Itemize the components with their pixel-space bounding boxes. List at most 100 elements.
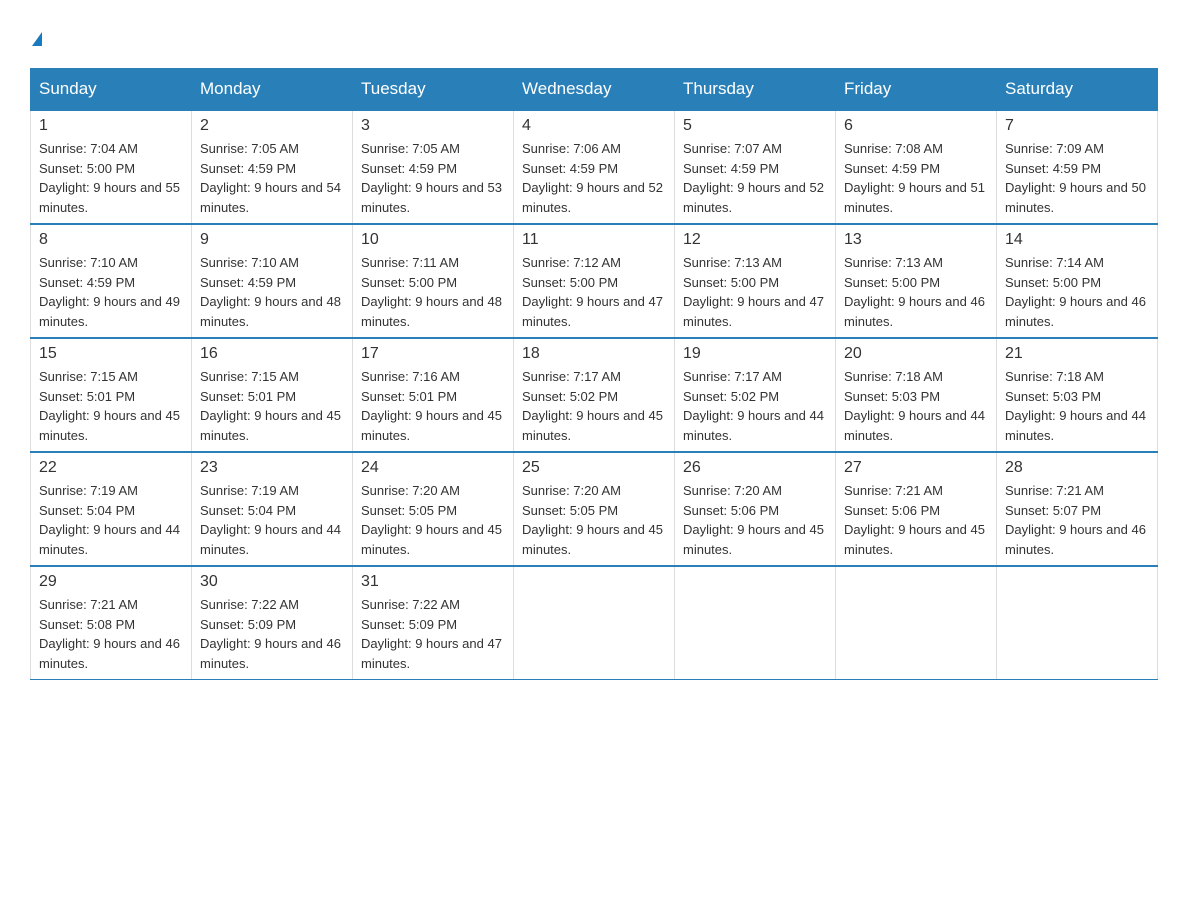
day-number: 28 (1005, 459, 1149, 477)
daylight-label: Daylight: 9 hours and 44 minutes. (200, 522, 341, 557)
day-number: 6 (844, 117, 988, 135)
calendar-cell: 16 Sunrise: 7:15 AM Sunset: 5:01 PM Dayl… (192, 338, 353, 452)
logo (30, 20, 42, 48)
sunrise-label: Sunrise: 7:18 AM (1005, 369, 1104, 384)
day-info: Sunrise: 7:07 AM Sunset: 4:59 PM Dayligh… (683, 139, 827, 217)
day-number: 12 (683, 231, 827, 249)
daylight-label: Daylight: 9 hours and 45 minutes. (683, 522, 824, 557)
calendar-week-row: 15 Sunrise: 7:15 AM Sunset: 5:01 PM Dayl… (31, 338, 1158, 452)
calendar-cell: 19 Sunrise: 7:17 AM Sunset: 5:02 PM Dayl… (675, 338, 836, 452)
daylight-label: Daylight: 9 hours and 50 minutes. (1005, 180, 1146, 215)
day-info: Sunrise: 7:08 AM Sunset: 4:59 PM Dayligh… (844, 139, 988, 217)
col-friday: Friday (836, 69, 997, 111)
daylight-label: Daylight: 9 hours and 45 minutes. (361, 408, 502, 443)
calendar-cell: 5 Sunrise: 7:07 AM Sunset: 4:59 PM Dayli… (675, 110, 836, 224)
day-number: 3 (361, 117, 505, 135)
sunrise-label: Sunrise: 7:05 AM (361, 141, 460, 156)
logo-general-line (30, 20, 42, 48)
day-number: 24 (361, 459, 505, 477)
day-info: Sunrise: 7:18 AM Sunset: 5:03 PM Dayligh… (1005, 367, 1149, 445)
day-info: Sunrise: 7:17 AM Sunset: 5:02 PM Dayligh… (522, 367, 666, 445)
day-info: Sunrise: 7:05 AM Sunset: 4:59 PM Dayligh… (200, 139, 344, 217)
day-number: 20 (844, 345, 988, 363)
calendar-cell: 14 Sunrise: 7:14 AM Sunset: 5:00 PM Dayl… (997, 224, 1158, 338)
day-info: Sunrise: 7:10 AM Sunset: 4:59 PM Dayligh… (39, 253, 183, 331)
sunset-label: Sunset: 5:02 PM (683, 389, 779, 404)
logo-triangle-icon (32, 32, 42, 46)
daylight-label: Daylight: 9 hours and 46 minutes. (39, 636, 180, 671)
sunrise-label: Sunrise: 7:06 AM (522, 141, 621, 156)
page-header (30, 20, 1158, 48)
sunrise-label: Sunrise: 7:16 AM (361, 369, 460, 384)
day-info: Sunrise: 7:13 AM Sunset: 5:00 PM Dayligh… (683, 253, 827, 331)
day-number: 25 (522, 459, 666, 477)
daylight-label: Daylight: 9 hours and 53 minutes. (361, 180, 502, 215)
sunrise-label: Sunrise: 7:10 AM (39, 255, 138, 270)
col-monday: Monday (192, 69, 353, 111)
daylight-label: Daylight: 9 hours and 52 minutes. (522, 180, 663, 215)
sunset-label: Sunset: 5:00 PM (844, 275, 940, 290)
daylight-label: Daylight: 9 hours and 47 minutes. (522, 294, 663, 329)
day-info: Sunrise: 7:20 AM Sunset: 5:05 PM Dayligh… (361, 481, 505, 559)
sunset-label: Sunset: 5:00 PM (522, 275, 618, 290)
daylight-label: Daylight: 9 hours and 45 minutes. (361, 522, 502, 557)
calendar-cell: 10 Sunrise: 7:11 AM Sunset: 5:00 PM Dayl… (353, 224, 514, 338)
sunrise-label: Sunrise: 7:18 AM (844, 369, 943, 384)
sunset-label: Sunset: 5:05 PM (522, 503, 618, 518)
sunrise-label: Sunrise: 7:21 AM (1005, 483, 1104, 498)
sunrise-label: Sunrise: 7:20 AM (683, 483, 782, 498)
day-number: 19 (683, 345, 827, 363)
col-saturday: Saturday (997, 69, 1158, 111)
calendar-week-row: 1 Sunrise: 7:04 AM Sunset: 5:00 PM Dayli… (31, 110, 1158, 224)
calendar-cell: 29 Sunrise: 7:21 AM Sunset: 5:08 PM Dayl… (31, 566, 192, 680)
sunset-label: Sunset: 5:06 PM (683, 503, 779, 518)
daylight-label: Daylight: 9 hours and 47 minutes. (683, 294, 824, 329)
calendar-header-row: Sunday Monday Tuesday Wednesday Thursday… (31, 69, 1158, 111)
sunrise-label: Sunrise: 7:21 AM (39, 597, 138, 612)
daylight-label: Daylight: 9 hours and 48 minutes. (200, 294, 341, 329)
sunrise-label: Sunrise: 7:10 AM (200, 255, 299, 270)
day-info: Sunrise: 7:16 AM Sunset: 5:01 PM Dayligh… (361, 367, 505, 445)
day-info: Sunrise: 7:09 AM Sunset: 4:59 PM Dayligh… (1005, 139, 1149, 217)
sunset-label: Sunset: 5:01 PM (200, 389, 296, 404)
calendar-cell: 26 Sunrise: 7:20 AM Sunset: 5:06 PM Dayl… (675, 452, 836, 566)
day-number: 26 (683, 459, 827, 477)
day-info: Sunrise: 7:18 AM Sunset: 5:03 PM Dayligh… (844, 367, 988, 445)
calendar-cell: 25 Sunrise: 7:20 AM Sunset: 5:05 PM Dayl… (514, 452, 675, 566)
sunset-label: Sunset: 5:00 PM (1005, 275, 1101, 290)
sunset-label: Sunset: 5:08 PM (39, 617, 135, 632)
day-info: Sunrise: 7:11 AM Sunset: 5:00 PM Dayligh… (361, 253, 505, 331)
daylight-label: Daylight: 9 hours and 47 minutes. (361, 636, 502, 671)
day-number: 13 (844, 231, 988, 249)
daylight-label: Daylight: 9 hours and 44 minutes. (1005, 408, 1146, 443)
sunset-label: Sunset: 5:00 PM (361, 275, 457, 290)
day-info: Sunrise: 7:21 AM Sunset: 5:06 PM Dayligh… (844, 481, 988, 559)
day-number: 14 (1005, 231, 1149, 249)
sunset-label: Sunset: 5:06 PM (844, 503, 940, 518)
calendar-cell: 22 Sunrise: 7:19 AM Sunset: 5:04 PM Dayl… (31, 452, 192, 566)
sunset-label: Sunset: 4:59 PM (522, 161, 618, 176)
calendar-cell: 15 Sunrise: 7:15 AM Sunset: 5:01 PM Dayl… (31, 338, 192, 452)
sunrise-label: Sunrise: 7:17 AM (522, 369, 621, 384)
calendar-cell (675, 566, 836, 680)
daylight-label: Daylight: 9 hours and 44 minutes. (683, 408, 824, 443)
calendar-cell: 27 Sunrise: 7:21 AM Sunset: 5:06 PM Dayl… (836, 452, 997, 566)
day-number: 22 (39, 459, 183, 477)
day-number: 30 (200, 573, 344, 591)
sunrise-label: Sunrise: 7:08 AM (844, 141, 943, 156)
calendar-cell: 18 Sunrise: 7:17 AM Sunset: 5:02 PM Dayl… (514, 338, 675, 452)
day-number: 21 (1005, 345, 1149, 363)
daylight-label: Daylight: 9 hours and 45 minutes. (844, 522, 985, 557)
sunset-label: Sunset: 5:01 PM (361, 389, 457, 404)
sunset-label: Sunset: 5:01 PM (39, 389, 135, 404)
calendar-cell: 1 Sunrise: 7:04 AM Sunset: 5:00 PM Dayli… (31, 110, 192, 224)
daylight-label: Daylight: 9 hours and 44 minutes. (39, 522, 180, 557)
calendar-cell: 21 Sunrise: 7:18 AM Sunset: 5:03 PM Dayl… (997, 338, 1158, 452)
day-info: Sunrise: 7:21 AM Sunset: 5:08 PM Dayligh… (39, 595, 183, 673)
sunrise-label: Sunrise: 7:15 AM (200, 369, 299, 384)
sunrise-label: Sunrise: 7:17 AM (683, 369, 782, 384)
day-number: 15 (39, 345, 183, 363)
day-number: 4 (522, 117, 666, 135)
sunset-label: Sunset: 5:00 PM (683, 275, 779, 290)
day-number: 29 (39, 573, 183, 591)
